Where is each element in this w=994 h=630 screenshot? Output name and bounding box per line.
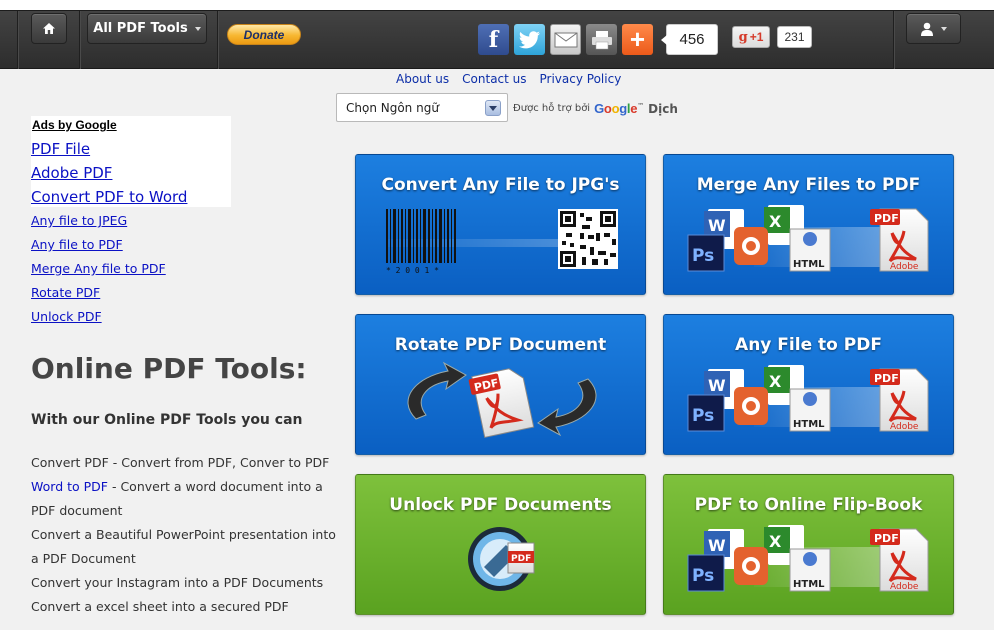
twitter-bird-icon — [518, 30, 540, 48]
facebook-share-button[interactable]: f — [478, 24, 509, 55]
excel-icon: X — [769, 212, 782, 231]
word-icon: W — [708, 376, 726, 395]
adobe-label: Adobe — [890, 422, 919, 432]
html-icon: HTML — [793, 419, 825, 430]
pdf-icon: PDF — [511, 554, 531, 564]
photoshop-icon: Ps — [692, 406, 714, 426]
sidebar-link-unlock-pdf[interactable]: Unlock PDF — [31, 309, 102, 324]
user-icon — [921, 22, 933, 36]
word-icon: W — [708, 536, 726, 555]
trademark-sign: ™ — [637, 101, 645, 110]
nav-separator — [17, 11, 18, 69]
facebook-icon: f — [488, 26, 499, 53]
word-icon: W — [708, 216, 726, 235]
privacy-policy-link[interactable]: Privacy Policy — [540, 72, 622, 86]
contact-us-link[interactable]: Contact us — [462, 72, 526, 86]
top-links: About us Contact us Privacy Policy — [396, 72, 621, 86]
google-translate-attribution: Được hỗ trợ bởi Google ™ Dịch — [513, 101, 678, 116]
ad-link-adobe-pdf[interactable]: Adobe PDF — [31, 164, 112, 182]
pdf-icon: PDF — [874, 372, 899, 385]
powered-by-text: Được hỗ trợ bởi — [513, 103, 591, 114]
office-to-pdf-art: W X Ps HTML PDF Adobe — [687, 365, 929, 432]
gplus-counter: 231 — [777, 26, 812, 48]
share-counter: 456 — [661, 24, 718, 55]
window-top-strip — [0, 0, 994, 11]
ad-link-pdf-file[interactable]: PDF File — [31, 140, 90, 158]
description-line: Convert a Beautiful PowerPoint presentat… — [31, 527, 336, 566]
description-line: Convert a excel sheet into a secured PDF — [31, 599, 289, 614]
sidebar-link-any-file-to-pdf[interactable]: Any file to PDF — [31, 237, 123, 252]
html-icon: HTML — [793, 579, 825, 590]
tile-merge-files-to-pdf[interactable]: Merge Any Files to PDF W X Ps HTML PDF A… — [663, 154, 954, 295]
description-line: Convert PDF - Convert from PDF, Conver t… — [31, 455, 330, 470]
photoshop-icon: Ps — [692, 246, 714, 266]
gplus-count: 231 — [784, 30, 805, 44]
tile-unlock-pdf[interactable]: Unlock PDF Documents PDF — [355, 474, 646, 615]
language-select-value: Chọn Ngôn ngữ — [346, 100, 439, 115]
pdf-icon: PDF — [874, 532, 899, 545]
nav-separator — [217, 11, 218, 69]
ads-by-google-label[interactable]: Ads by Google — [32, 118, 117, 132]
description-line: Convert your Instagram into a PDF Docume… — [31, 575, 324, 590]
all-pdf-tools-label: All PDF Tools — [93, 21, 188, 36]
adobe-label: Adobe — [890, 262, 919, 272]
tile-pdf-to-flipbook[interactable]: PDF to Online Flip-Book W X Ps HTML PDF … — [663, 474, 954, 615]
nav-separator — [893, 11, 894, 69]
sidebar-link-rotate-pdf[interactable]: Rotate PDF — [31, 285, 100, 300]
pdf-icon: PDF — [874, 212, 899, 225]
description-list: Convert PDF - Convert from PDF, Conver t… — [31, 451, 336, 619]
envelope-icon — [554, 32, 577, 47]
printer-icon — [591, 30, 612, 49]
plus-icon: + — [629, 24, 646, 54]
barcode-qr-icon: * 2 0 0 1 * — [386, 209, 618, 275]
google-plus-icon: g — [738, 29, 748, 45]
translate-link[interactable]: Dịch — [648, 102, 678, 116]
google-logo[interactable]: Google — [594, 101, 637, 116]
twitter-share-button[interactable] — [514, 24, 545, 55]
html-icon: HTML — [793, 259, 825, 270]
barcode-digits: * 2 0 0 1 * — [386, 266, 439, 275]
print-button[interactable] — [586, 24, 617, 55]
page-title: Online PDF Tools: — [31, 352, 307, 385]
gplus-label: +1 — [749, 30, 764, 44]
office-to-pdf-art: W X Ps HTML PDF Adobe — [687, 205, 929, 272]
chevron-down-icon — [941, 26, 947, 31]
language-select[interactable]: Chọn Ngôn ngữ — [336, 93, 508, 122]
ad-link-convert-pdf-to-word[interactable]: Convert PDF to Word — [31, 188, 187, 206]
home-button[interactable] — [31, 13, 67, 44]
tile-rotate-pdf[interactable]: Rotate PDF Document PDF — [355, 314, 646, 455]
word-to-pdf-link[interactable]: Word to PDF — [31, 479, 108, 494]
rotate-pdf-art: PDF — [407, 361, 597, 438]
donate-label: Donate — [243, 27, 285, 42]
all-pdf-tools-dropdown[interactable]: All PDF Tools — [87, 13, 207, 44]
about-us-link[interactable]: About us — [396, 72, 449, 86]
donate-button[interactable]: Donate — [227, 24, 301, 45]
tile-convert-to-jpg[interactable]: Convert Any File to JPG's * 2 0 0 1 * — [355, 154, 646, 295]
share-count: 456 — [679, 31, 705, 48]
google-plus-one-button[interactable]: g +1 — [732, 26, 770, 48]
photoshop-icon: Ps — [692, 566, 714, 586]
nav-separator — [79, 11, 80, 69]
excel-icon: X — [769, 532, 782, 551]
chevron-down-icon — [194, 26, 201, 31]
description-line: Word to PDF - Convert a word document in… — [31, 475, 336, 523]
unlock-pdf-art: PDF — [468, 527, 535, 591]
sidebar-link-any-file-to-jpeg[interactable]: Any file to JPEG — [31, 213, 127, 228]
user-menu-button[interactable] — [906, 13, 961, 44]
excel-icon: X — [769, 372, 782, 391]
office-to-pdf-art: W X Ps HTML PDF Adobe — [687, 525, 929, 592]
home-icon — [43, 23, 55, 34]
tile-any-file-to-pdf[interactable]: Any File to PDF W X Ps HTML PDF Adobe — [663, 314, 954, 455]
addthis-share-button[interactable]: + — [622, 24, 653, 55]
sidebar-link-merge-any-file[interactable]: Merge Any file to PDF — [31, 261, 166, 276]
adobe-label: Adobe — [890, 582, 919, 592]
chevron-down-icon — [485, 100, 501, 116]
page-subtitle: With our Online PDF Tools you can — [31, 412, 303, 428]
email-share-button[interactable] — [550, 24, 581, 55]
